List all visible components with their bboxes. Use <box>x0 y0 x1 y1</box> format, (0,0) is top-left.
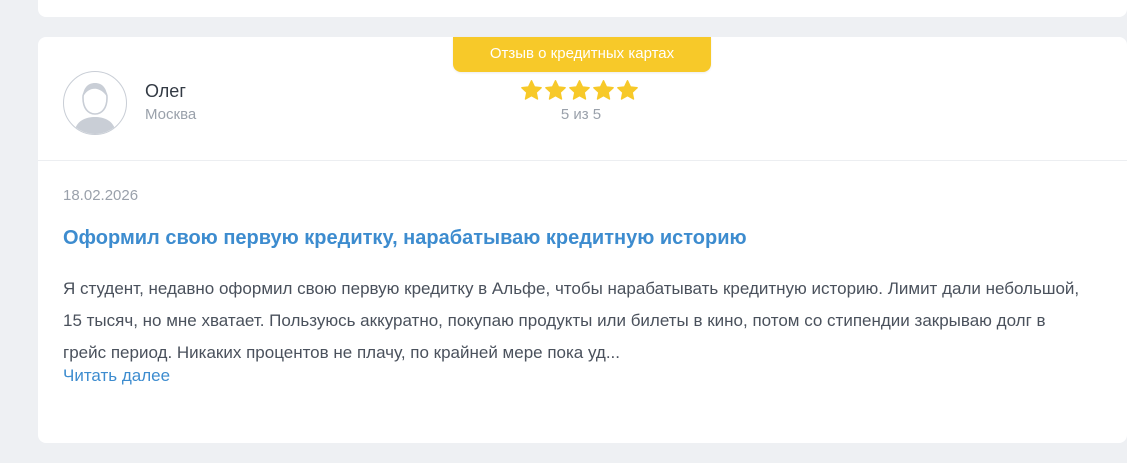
previous-review-card <box>38 0 1127 17</box>
author-name: Олег <box>145 81 186 101</box>
review-title-link[interactable]: Оформил свою первую кредитку, нарабатыва… <box>63 227 747 250</box>
review-card: Олег Москва 5 из 5 Отзыв о кредитных кар… <box>38 37 1127 443</box>
category-badge: Отзыв о кредитных картах <box>453 37 711 72</box>
review-text: Я студент, недавно оформил свою первую к… <box>63 279 1080 362</box>
star-icon <box>617 80 638 100</box>
star-icon <box>521 80 542 100</box>
star-icon <box>545 80 566 100</box>
star-icon <box>569 80 590 100</box>
user-avatar-icon <box>63 71 127 135</box>
rating-label: 5 из 5 <box>560 106 602 123</box>
rating-stars <box>520 79 639 103</box>
review-date: 18.02.2026 <box>63 187 139 204</box>
star-icon <box>593 80 614 100</box>
read-more-link[interactable]: Читать далее <box>63 366 170 386</box>
author-city: Москва <box>145 106 197 123</box>
